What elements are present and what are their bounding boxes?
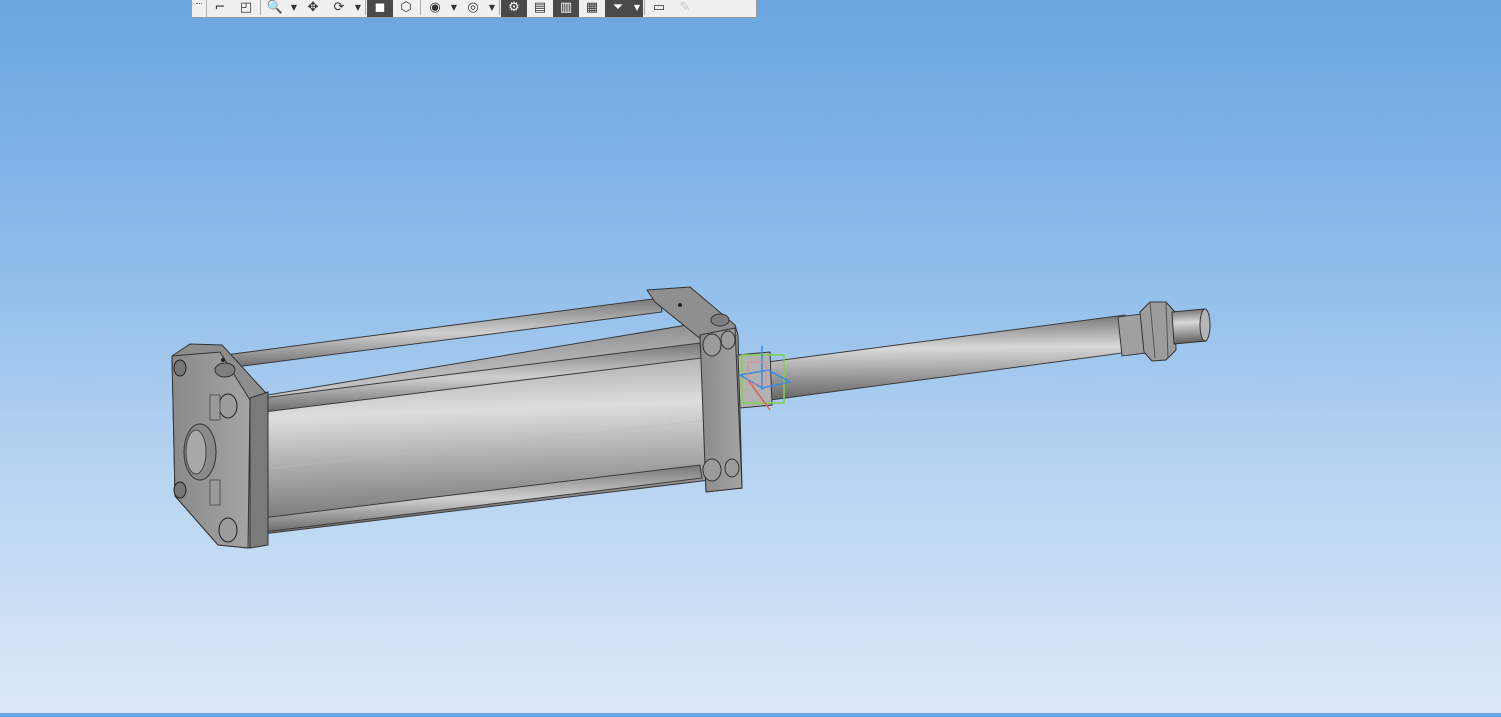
toolbar-separator bbox=[499, 0, 500, 15]
hide-dropdown-chevron-down-icon[interactable]: ▼ bbox=[448, 0, 460, 17]
filter-icon[interactable]: ⏷ bbox=[605, 0, 631, 17]
pencil-icon: ✎ bbox=[679, 0, 691, 15]
constraints-icon[interactable]: ⚙ bbox=[501, 0, 527, 17]
3d-viewport[interactable] bbox=[0, 0, 1501, 713]
orientation-icon[interactable]: ◰ bbox=[233, 0, 259, 17]
hide-icon[interactable]: ◉ bbox=[422, 0, 448, 17]
cylinder-model[interactable] bbox=[0, 0, 1501, 713]
rotate-dropdown-chevron-down-icon[interactable]: ▼ bbox=[352, 0, 364, 17]
toolbar-separator bbox=[365, 0, 366, 15]
toolbar-separator bbox=[420, 0, 421, 15]
zoom-icon[interactable]: 🔍 bbox=[262, 0, 288, 17]
toolbar-separator bbox=[644, 0, 645, 15]
select-icon[interactable]: ▥ bbox=[553, 0, 579, 17]
shaded-view-icon[interactable]: ◼ bbox=[367, 0, 393, 17]
section-dropdown-chevron-down-icon[interactable]: ▼ bbox=[486, 0, 498, 17]
zoom-dropdown-chevron-down-icon[interactable]: ▼ bbox=[288, 0, 300, 17]
pan-icon[interactable]: ✥ bbox=[300, 0, 326, 17]
piston-rod[interactable] bbox=[744, 301, 1211, 404]
rear-end-cap[interactable] bbox=[171, 343, 269, 549]
section-view-icon[interactable]: ◎ bbox=[460, 0, 486, 17]
sketch-icon[interactable]: ⌐ bbox=[207, 0, 233, 17]
rotate-icon[interactable]: ⟳ bbox=[326, 0, 352, 17]
sheet-icon[interactable]: ▤ bbox=[527, 0, 553, 17]
toolbar-grip[interactable] bbox=[192, 0, 207, 17]
properties-icon[interactable]: ▦ bbox=[579, 0, 605, 17]
filter-dropdown-chevron-down-icon[interactable]: ▼ bbox=[631, 0, 643, 17]
wireframe-view-icon[interactable]: ⬡ bbox=[393, 0, 419, 17]
view-toolbar: ⌐ ◰ 🔍 ▼ ✥ ⟳ ▼ ◼ ⬡ ◉ ▼ ◎ ▼ ⚙ ▤ ▥ ▦ ⏷ ▼ ▭ … bbox=[191, 0, 757, 18]
cylinder-barrel[interactable] bbox=[224, 297, 711, 536]
measure-icon[interactable]: ▭ bbox=[646, 0, 672, 17]
toolbar-separator bbox=[260, 0, 261, 15]
